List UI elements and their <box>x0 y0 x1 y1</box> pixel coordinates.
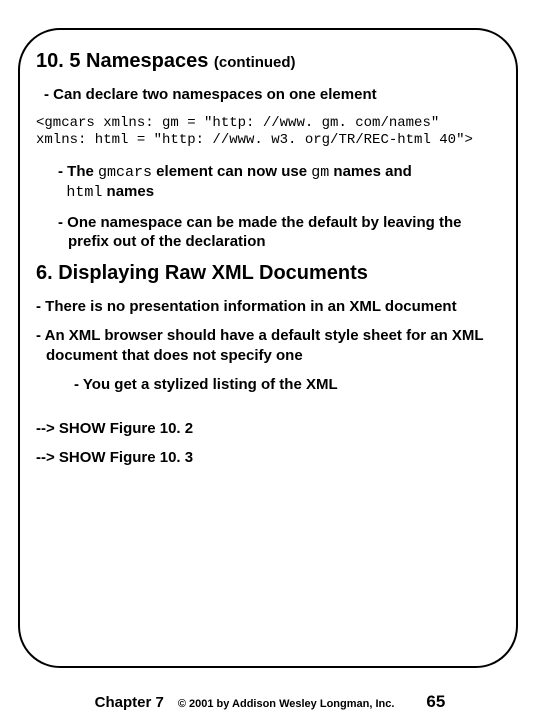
slide-frame: 10. 5 Namespaces (continued) - Can decla… <box>18 28 518 668</box>
code-xmlns-declaration: <gmcars xmlns: gm = "http: //www. gm. co… <box>36 115 500 150</box>
code-inline-gm: gm <box>311 164 329 181</box>
show-figure-10-3: --> SHOW Figure 10. 3 <box>36 448 500 468</box>
slide-footer: Chapter 7 © 2001 by Addison Wesley Longm… <box>0 692 540 712</box>
text-fragment: element can now use <box>152 163 311 180</box>
code-inline-html: html <box>66 184 102 201</box>
footer-copyright: © 2001 by Addison Wesley Longman, Inc. <box>178 698 395 710</box>
text-fragment: names <box>102 183 154 200</box>
bullet-gmcars-uses: - The gmcars element can now use gm name… <box>58 162 500 203</box>
title-main: 10. 5 Namespaces <box>36 50 208 72</box>
title-continued: (continued) <box>214 54 296 71</box>
text-fragment: - The <box>58 163 98 180</box>
code-inline-gmcars: gmcars <box>98 164 152 181</box>
show-figure-10-2: --> SHOW Figure 10. 2 <box>36 419 500 439</box>
spacer <box>36 405 500 419</box>
bullet-declare-two-ns: - Can declare two namespaces on one elem… <box>44 85 500 105</box>
slide-title: 10. 5 Namespaces (continued) <box>36 50 500 73</box>
bullet-default-stylesheet: - An XML browser should have a default s… <box>36 326 500 365</box>
bullet-stylized-listing: - You get a stylized listing of the XML <box>74 375 500 395</box>
bullet-default-ns: - One namespace can be made the default … <box>58 213 500 252</box>
footer-page-number: 65 <box>426 692 445 712</box>
text-fragment: names and <box>329 163 412 180</box>
bullet-no-presentation: - There is no presentation information i… <box>36 297 500 317</box>
section-heading-displaying: 6. Displaying Raw XML Documents <box>36 262 500 285</box>
footer-chapter: Chapter 7 <box>95 694 164 711</box>
